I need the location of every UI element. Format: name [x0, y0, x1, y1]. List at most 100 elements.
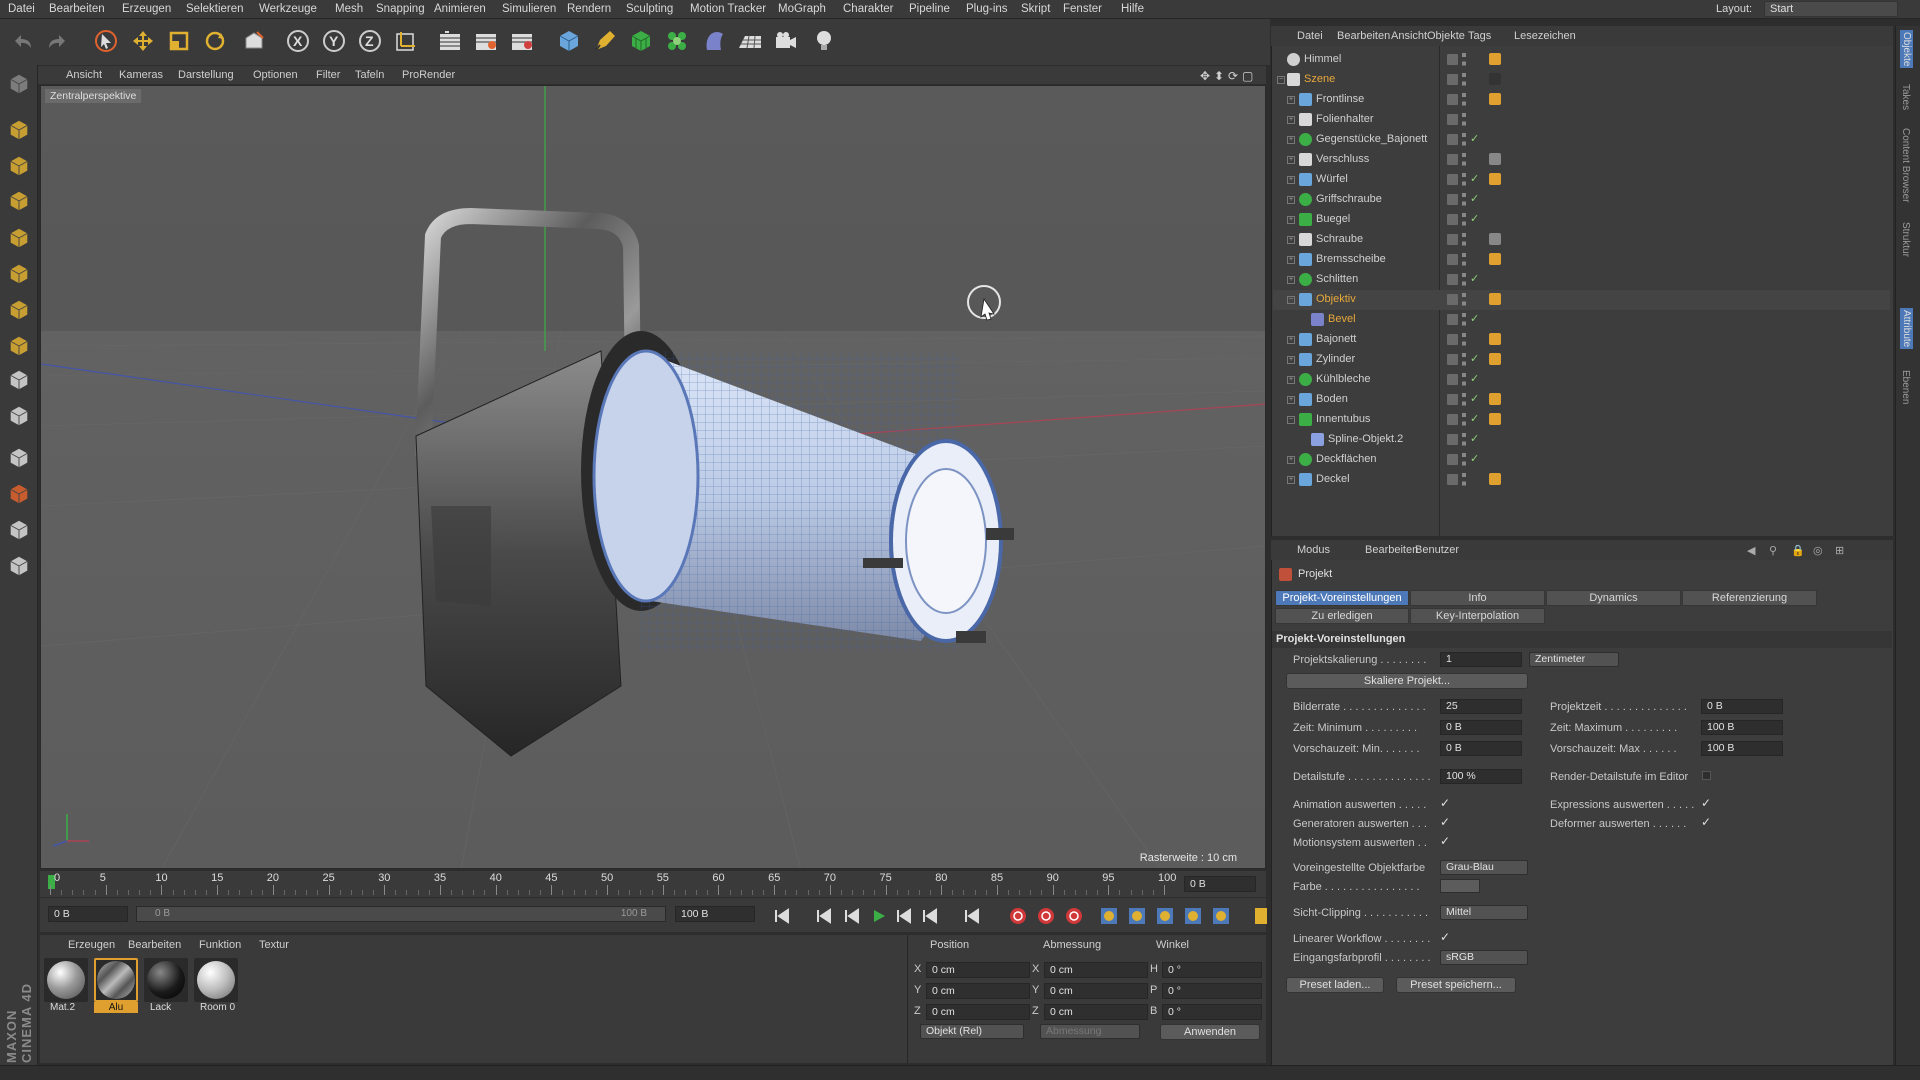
object-name[interactable]: Bremsscheibe [1316, 253, 1386, 265]
object-name[interactable]: Würfel [1316, 173, 1348, 185]
menu-datei[interactable]: Datei [8, 3, 35, 15]
rotation-field[interactable]: 0 ° [1162, 962, 1262, 978]
layer-visibility-icon[interactable] [1447, 454, 1458, 465]
editor-render-dots[interactable] [1462, 253, 1466, 267]
play-icon[interactable] [866, 905, 890, 927]
expand-toggle[interactable]: + [1287, 156, 1295, 164]
expand-toggle[interactable]: + [1287, 336, 1295, 344]
viewport-menu-filter[interactable]: Filter [316, 69, 340, 81]
make-editable-icon[interactable] [4, 69, 34, 99]
light-icon[interactable] [808, 25, 840, 57]
object-tag-icon[interactable] [1489, 173, 1501, 185]
range-slider[interactable]: 0 B 100 B [136, 906, 666, 922]
side-tab-content-browser[interactable]: Content Browser [1900, 128, 1911, 202]
expand-toggle[interactable]: + [1287, 356, 1295, 364]
menu-rendern[interactable]: Rendern [567, 3, 611, 15]
deformer-icon[interactable] [698, 25, 730, 57]
expand-toggle[interactable]: + [1287, 136, 1295, 144]
start-frame-field[interactable]: 0 B [48, 906, 128, 922]
object-row-deckfl-chen[interactable]: + Deckflächen ✓ [1273, 450, 1890, 470]
viewport-camera-label[interactable]: Zentralperspektive [45, 89, 142, 103]
end-frame-field[interactable]: 100 B [675, 906, 755, 922]
enabled-check-icon[interactable]: ✓ [1470, 192, 1479, 205]
object-name[interactable]: Zylinder [1316, 353, 1355, 365]
motionsystem-auswerten-checkbox[interactable]: ✓ [1440, 834, 1450, 848]
editor-render-dots[interactable] [1462, 73, 1466, 87]
key-pla-icon[interactable] [1209, 905, 1233, 927]
menu-sculpting[interactable]: Sculpting [626, 3, 673, 15]
rotate-view-icon[interactable]: ⟳ [1228, 69, 1238, 83]
zeit-maximum-field[interactable]: 100 B [1701, 720, 1783, 735]
object-row-k-hlbleche[interactable]: + Kühlbleche ✓ [1273, 370, 1890, 390]
sicht-clipping-select[interactable]: Mittel [1440, 905, 1528, 920]
object-row-bevel[interactable]: Bevel ✓ [1273, 310, 1890, 330]
render-settings-icon[interactable] [506, 25, 538, 57]
object-tag-icon[interactable] [1489, 473, 1501, 485]
enabled-check-icon[interactable]: ✓ [1470, 432, 1479, 445]
farbe-swatch[interactable] [1440, 879, 1480, 893]
floor-icon[interactable] [734, 25, 766, 57]
editor-render-dots[interactable] [1462, 113, 1466, 127]
scale-icon[interactable] [163, 25, 195, 57]
coord-size-select[interactable]: Abmessung [1040, 1024, 1140, 1039]
layer-visibility-icon[interactable] [1447, 214, 1458, 225]
menu-selektieren[interactable]: Selektieren [186, 3, 244, 15]
object-tag-icon[interactable] [1489, 413, 1501, 425]
render-view-icon[interactable] [434, 25, 466, 57]
skaliere-projekt-button[interactable]: Skaliere Projekt... [1286, 673, 1528, 689]
layer-visibility-icon[interactable] [1447, 74, 1458, 85]
next-key-icon[interactable] [918, 905, 942, 927]
object-menu-objekte[interactable]: Objekte [1427, 30, 1465, 42]
snap-icon[interactable] [4, 401, 34, 431]
enabled-check-icon[interactable]: ✓ [1470, 212, 1479, 225]
viewport-3d[interactable]: Zentralperspektive Rasterweite : 10 cm [40, 85, 1266, 869]
tab-zu-erledigen[interactable]: Zu erledigen [1275, 608, 1409, 624]
tab-key-interpolation[interactable]: Key-Interpolation [1410, 608, 1545, 624]
next-frame-icon[interactable] [892, 905, 916, 927]
subdivision-icon[interactable] [625, 25, 657, 57]
tab-referenzierung[interactable]: Referenzierung [1682, 590, 1817, 606]
object-menu-bearbeiten[interactable]: Bearbeiten [1337, 30, 1390, 42]
expand-toggle[interactable]: + [1287, 376, 1295, 384]
editor-render-dots[interactable] [1462, 273, 1466, 287]
enabled-check-icon[interactable]: ✓ [1470, 372, 1479, 385]
enabled-check-icon[interactable]: ✓ [1470, 352, 1479, 365]
object-menu-lesezeichen[interactable]: Lesezeichen [1514, 30, 1576, 42]
side-tab-attribute[interactable]: Attribute [1900, 308, 1913, 350]
objektfarbe-select[interactable]: Grau-Blau [1440, 860, 1528, 875]
object-name[interactable]: Himmel [1304, 53, 1341, 65]
rotation-field[interactable]: 0 ° [1162, 983, 1262, 999]
layer-visibility-icon[interactable] [1447, 134, 1458, 145]
editor-render-dots[interactable] [1462, 213, 1466, 227]
prev-frame-icon[interactable] [840, 905, 864, 927]
object-row-deckel[interactable]: + Deckel [1273, 470, 1890, 490]
menu-mesh[interactable]: Mesh [335, 3, 363, 15]
render-picture-viewer-icon[interactable] [470, 25, 502, 57]
render-detailstufe-checkbox[interactable] [1702, 771, 1711, 780]
model-mode-icon[interactable] [4, 115, 34, 145]
editor-render-dots[interactable] [1462, 333, 1466, 347]
object-row-gegenst-cke-bajonett[interactable]: + Gegenstücke_Bajonett ✓ [1273, 130, 1890, 150]
attr-menu-bearbeiten[interactable]: Bearbeiten [1365, 544, 1418, 556]
coordinate-system-icon[interactable] [390, 25, 422, 57]
tab-projekt-voreinstellungen[interactable]: Projekt-Voreinstellungen [1275, 590, 1409, 606]
timeline-window-icon[interactable] [1249, 905, 1273, 927]
side-tab-objekte[interactable]: Objekte [1900, 30, 1913, 69]
tab-info[interactable]: Info [1410, 590, 1545, 606]
texture-mode-icon[interactable] [4, 151, 34, 181]
detailstufe-field[interactable]: 100 % [1440, 769, 1522, 784]
last-tool-icon[interactable] [238, 25, 270, 57]
object-tag-icon[interactable] [1489, 73, 1501, 85]
axis-mode-icon[interactable] [4, 331, 34, 361]
layer-visibility-icon[interactable] [1447, 434, 1458, 445]
redo-icon[interactable] [42, 25, 74, 57]
zoom-view-icon[interactable]: ⬍ [1214, 69, 1224, 83]
expressions-auswerten-checkbox[interactable]: ✓ [1701, 796, 1711, 810]
object-row-bajonett[interactable]: + Bajonett [1273, 330, 1890, 350]
object-menu-tags[interactable]: Tags [1468, 30, 1491, 42]
layer-visibility-icon[interactable] [1447, 334, 1458, 345]
auto-key-icon[interactable] [1034, 905, 1058, 927]
layer-visibility-icon[interactable] [1447, 354, 1458, 365]
projektskalierung-field[interactable]: 1 [1440, 652, 1522, 667]
grid-snap-icon[interactable] [4, 515, 34, 545]
